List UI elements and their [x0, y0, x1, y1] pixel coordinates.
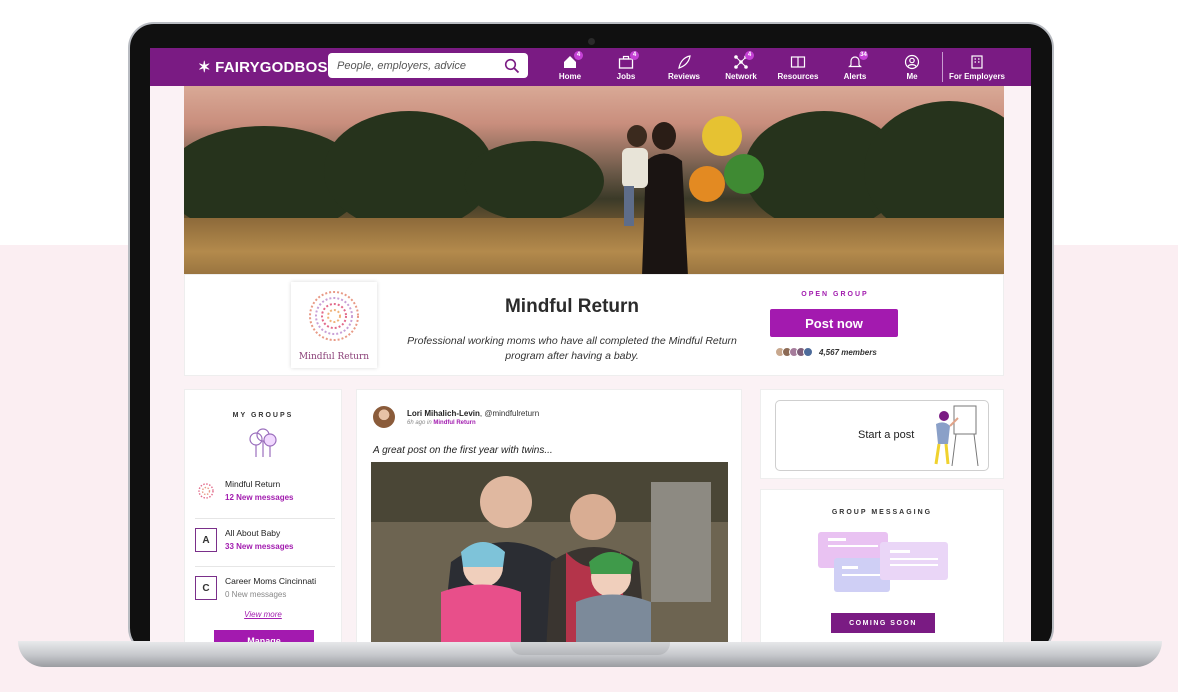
post-image[interactable] — [371, 462, 728, 642]
manage-button[interactable]: Manage — [214, 630, 314, 642]
group-logo: Mindful Return — [291, 282, 377, 368]
building-icon — [971, 55, 983, 69]
user-circle-icon — [904, 54, 920, 70]
nav-network[interactable]: 4 Network — [713, 51, 769, 81]
jobs-badge: 4 — [630, 51, 639, 60]
nav-for-employers-label: For Employers — [948, 72, 1005, 81]
post-author-line: Lori Mihalich-Levin, @mindfulreturn — [407, 409, 539, 418]
coming-soon-button[interactable]: COMING SOON — [831, 613, 935, 633]
avatar[interactable] — [373, 406, 395, 428]
group-list-item[interactable]: Mindful Return 12 New messages — [195, 475, 333, 521]
nav-resources[interactable]: Resources — [770, 52, 826, 81]
group-name: All About Baby — [225, 528, 281, 538]
nav-me-label: Me — [906, 72, 918, 81]
group-status: OPEN GROUP — [801, 291, 869, 298]
alerts-badge: 34 — [859, 51, 868, 60]
nav-reviews[interactable]: Reviews — [656, 52, 712, 81]
group-new-messages[interactable]: 33 New messages — [225, 542, 294, 551]
group-header-card: Mindful Return Mindful Return Profession… — [184, 274, 1004, 376]
brand-logo[interactable]: ✶ FAIRYGODBOSS — [198, 58, 338, 76]
search-icon[interactable] — [504, 58, 520, 74]
nav-network-label: Network — [725, 72, 757, 81]
group-name: Career Moms Cincinnati — [225, 576, 317, 586]
group-messaging-title: GROUP MESSAGING — [831, 509, 933, 516]
group-messaging-card: GROUP MESSAGING COMING SOON — [760, 489, 1004, 642]
post-group-link[interactable]: Mindful Return — [433, 420, 475, 426]
nav-jobs-label: Jobs — [616, 72, 636, 81]
group-cover-photo — [184, 86, 1004, 274]
nav-alerts[interactable]: 34 Alerts — [827, 51, 883, 81]
group-new-messages[interactable]: 0 New messages — [225, 590, 286, 599]
group-new-messages[interactable]: 12 New messages — [225, 493, 294, 502]
start-post-label: Start a post — [858, 429, 915, 441]
brand-logo-text: FAIRYGODBOSS — [215, 59, 338, 76]
post-meta: 6h ago in Mindful Return — [407, 420, 476, 426]
group-thumb-letter: C — [195, 576, 217, 600]
post-author-handle: , @mindfulreturn — [479, 409, 540, 418]
post-now-button[interactable]: Post now — [770, 309, 898, 337]
fairy-icon: ✶ — [198, 59, 211, 76]
post-author-name[interactable]: Lori Mihalich-Levin — [407, 409, 480, 418]
feed-post: Lori Mihalich-Levin, @mindfulreturn 6h a… — [356, 389, 742, 642]
group-list-item[interactable]: A All About Baby 33 New messages — [195, 524, 333, 570]
nav-alerts-label: Alerts — [843, 72, 867, 81]
nav-for-employers[interactable]: For Employers — [945, 52, 1009, 81]
member-avatar — [803, 347, 813, 357]
start-post-box[interactable]: Start a post — [775, 400, 989, 471]
start-post-card: Start a post — [760, 389, 1004, 479]
chat-bubbles-icon — [818, 532, 948, 592]
nav-home[interactable]: 4 Home — [542, 51, 598, 81]
trees-icon — [249, 428, 277, 457]
spiral-logo-icon — [198, 483, 214, 499]
nav-reviews-label: Reviews — [667, 72, 701, 81]
members-count: 4,567 members — [819, 347, 877, 357]
home-badge: 4 — [574, 51, 583, 60]
spiral-logo-icon — [309, 291, 359, 341]
book-icon — [790, 56, 806, 68]
view-more-link[interactable]: View more — [185, 610, 341, 619]
nav-home-label: Home — [558, 72, 582, 81]
top-nav: ✶ FAIRYGODBOSS People, employers, advice… — [150, 48, 1031, 86]
nav-jobs[interactable]: 4 Jobs — [598, 51, 654, 81]
mother-and-child-figure — [622, 116, 764, 274]
group-name: Mindful Return — [225, 479, 281, 489]
family-photo — [371, 462, 728, 642]
group-title: Mindful Return — [504, 296, 640, 317]
post-text: A great post on the first year with twin… — [373, 445, 553, 456]
laptop-screen: ✶ FAIRYGODBOSS People, employers, advice… — [150, 48, 1031, 642]
laptop-notch — [510, 641, 670, 655]
nav-separator — [942, 52, 943, 82]
group-members[interactable]: 4,567 members — [775, 347, 877, 357]
search-input[interactable]: People, employers, advice — [328, 53, 528, 78]
laptop-camera — [588, 38, 595, 45]
group-thumb-letter: A — [195, 528, 217, 552]
divider — [195, 566, 335, 567]
post-timestamp: 6h ago in — [407, 420, 434, 426]
divider — [195, 518, 335, 519]
group-logo-text: Mindful Return — [298, 352, 370, 362]
group-thumb-mindful-return — [195, 479, 217, 503]
nav-me[interactable]: Me — [884, 52, 940, 81]
search-placeholder: People, employers, advice — [337, 59, 467, 72]
group-description: Professional working moms who have all c… — [407, 335, 737, 362]
feather-icon — [678, 55, 691, 69]
my-groups-title: MY GROUPS — [232, 412, 294, 419]
my-groups-panel: MY GROUPS Mindful Return 12 New messages… — [184, 389, 342, 642]
nav-resources-label: Resources — [777, 72, 819, 81]
network-badge: 4 — [745, 51, 754, 60]
presenter-illustration — [934, 405, 979, 467]
